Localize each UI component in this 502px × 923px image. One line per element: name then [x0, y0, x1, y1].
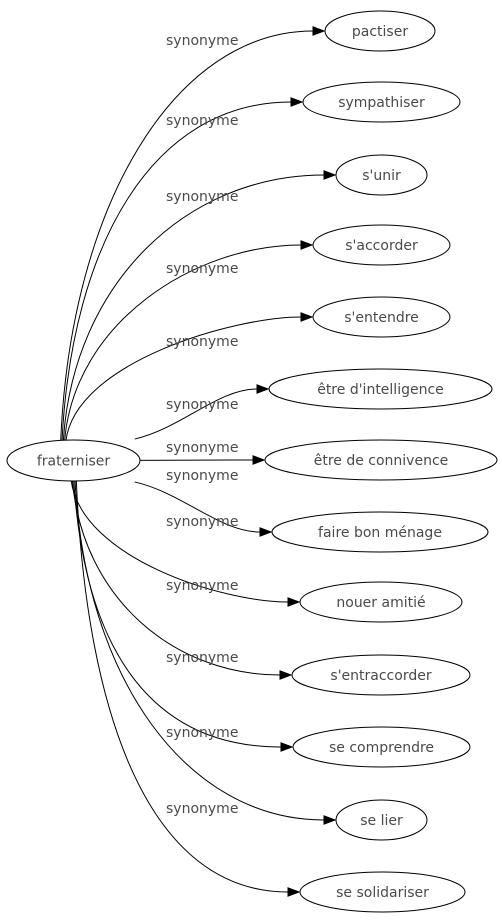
- node-s-entraccorder-label: s'entraccorder: [330, 668, 431, 684]
- edge-label-nouer-amitie: synonyme: [166, 514, 238, 530]
- node-s-entendre-label: s'entendre: [344, 310, 419, 326]
- node-se-solidariser[interactable]: se solidariser: [299, 871, 466, 913]
- edge-label-s-accorder: synonyme: [166, 261, 238, 277]
- synonym-graph: pactiser sympathiser s'unir s'accorder s'ent…: [6, 10, 498, 913]
- edge-label-s-entraccorder: synonyme: [166, 578, 238, 594]
- node-s-unir[interactable]: s'unir: [335, 154, 428, 196]
- synonym-graph-container: pactiser sympathiser s'unir s'accorder s'ent…: [0, 0, 502, 923]
- arrowhead-etre-d-intelligence: [256, 384, 270, 394]
- node-nouer-amitie[interactable]: nouer amitié: [299, 581, 463, 623]
- node-s-accorder[interactable]: s'accorder: [312, 224, 451, 266]
- node-se-lier[interactable]: se lier: [335, 799, 428, 841]
- node-se-comprendre[interactable]: se comprendre: [292, 726, 471, 768]
- edge-label-s-unir: synonyme: [166, 189, 238, 205]
- edge-label-se-comprendre: synonyme: [166, 650, 238, 666]
- edge-label-s-entendre: synonyme: [166, 334, 238, 350]
- node-s-unir-label: s'unir: [362, 168, 401, 184]
- arrowhead-s-unir: [323, 170, 337, 180]
- edge-labels-layer: synonyme synonyme synonyme synonyme synonyme…: [166, 33, 238, 817]
- arrowhead-se-lier: [323, 815, 337, 825]
- arrowhead-nouer-amitie: [287, 597, 301, 607]
- edge-label-etre-de-connivence: synonyme: [166, 440, 238, 456]
- node-faire-bon-menage[interactable]: faire bon ménage: [271, 511, 489, 553]
- node-se-solidariser-label: se solidariser: [336, 885, 429, 901]
- node-fraterniser-root-label: fraterniser: [37, 454, 111, 470]
- node-s-entraccorder[interactable]: s'entraccorder: [291, 654, 471, 696]
- node-se-comprendre-label: se comprendre: [329, 740, 434, 756]
- node-sympathiser[interactable]: sympathiser: [302, 81, 461, 123]
- arrowhead-faire-bon-menage: [259, 527, 273, 537]
- node-pactiser[interactable]: pactiser: [324, 10, 436, 52]
- arrowhead-pactiser: [312, 26, 326, 36]
- node-etre-de-connivence-label: être de connivence: [314, 453, 449, 469]
- edge-label-se-lier: synonyme: [166, 725, 238, 741]
- edge-label-etre-d-intelligence: synonyme: [166, 397, 238, 413]
- node-s-entendre[interactable]: s'entendre: [312, 296, 451, 338]
- node-etre-d-intelligence-label: être d'intelligence: [317, 382, 444, 398]
- edge-label-pactiser: synonyme: [166, 33, 238, 49]
- edge-label-sympathiser: synonyme: [166, 113, 238, 129]
- node-faire-bon-menage-label: faire bon ménage: [318, 525, 442, 541]
- node-fraterniser-root[interactable]: fraterniser: [6, 439, 141, 482]
- nodes-layer: pactiser sympathiser s'unir s'accorder s'ent…: [6, 10, 498, 913]
- edge-label-faire-bon-menage: synonyme: [166, 468, 238, 484]
- node-etre-de-connivence[interactable]: être de connivence: [264, 439, 498, 481]
- edge-fraterniser-to-se-solidariser: [75, 480, 289, 893]
- arrowhead-se-comprendre: [280, 742, 294, 752]
- edge-fraterniser-to-pactiser: [60, 30, 314, 441]
- node-nouer-amitie-label: nouer amitié: [336, 595, 425, 611]
- node-sympathiser-label: sympathiser: [338, 95, 425, 111]
- node-pactiser-label: pactiser: [352, 24, 408, 40]
- arrowhead-etre-de-connivence: [252, 455, 266, 465]
- node-etre-d-intelligence[interactable]: être d'intelligence: [268, 368, 493, 410]
- arrowhead-s-entendre: [300, 312, 314, 322]
- edge-label-se-solidariser: synonyme: [166, 801, 238, 817]
- node-se-lier-label: se lier: [360, 813, 403, 829]
- node-s-accorder-label: s'accorder: [345, 238, 418, 254]
- arrowhead-s-entraccorder: [279, 670, 293, 680]
- arrowhead-sympathiser: [290, 97, 304, 107]
- arrowhead-s-accorder: [300, 240, 314, 250]
- arrowhead-se-solidariser: [287, 887, 301, 897]
